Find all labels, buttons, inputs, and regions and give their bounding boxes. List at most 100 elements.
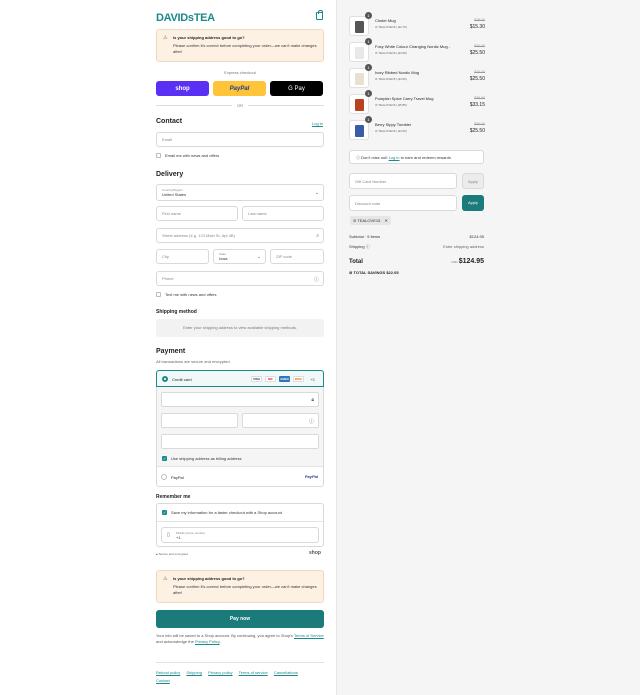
- quantity-badge: 1: [365, 64, 372, 71]
- subtotal-value: $124.95: [469, 234, 484, 239]
- paypal-label: PayPal: [171, 475, 184, 480]
- subtotal-label: Subtotal · 5 items: [349, 234, 381, 239]
- expiration-date-field[interactable]: [161, 413, 238, 428]
- mobile-phone-field[interactable]: ▯ Mobile phone number +1: [161, 527, 319, 543]
- phone-field[interactable]: Phone ⓘ: [156, 271, 324, 286]
- card-number-field[interactable]: 🔒︎: [161, 392, 319, 407]
- shipping-policy-link[interactable]: Shipping: [186, 670, 202, 675]
- delivery-heading: Delivery: [156, 171, 184, 178]
- last-name-field[interactable]: Last name: [242, 206, 324, 221]
- quantity-badge: 1: [365, 116, 372, 123]
- paypal-button[interactable]: PayPal: [213, 81, 266, 96]
- info-icon: ⓘ: [356, 155, 360, 160]
- gift-card-field[interactable]: Gift Card Number: [349, 173, 457, 189]
- payment-heading: Payment: [156, 348, 186, 355]
- remove-code-icon[interactable]: ✕: [384, 218, 387, 223]
- quantity-badge: 1: [365, 38, 372, 45]
- warning-body: Please confirm it's correct before compl…: [173, 43, 317, 54]
- email-news-option[interactable]: Email me with news and offers: [156, 153, 219, 158]
- rewards-banner: ⓘ Don't miss out! Log in to earn and red…: [349, 150, 484, 164]
- country-select[interactable]: Country/Region United States ⌄: [156, 184, 324, 201]
- gift-card-placeholder: Gift Card Number: [355, 178, 387, 184]
- help-icon[interactable]: ⓘ: [314, 276, 319, 283]
- shopping-bag-icon[interactable]: [316, 10, 323, 20]
- terms-link[interactable]: Terms of Service: [294, 633, 324, 638]
- subtotal-row: Subtotal · 5 items $124.95: [349, 234, 484, 239]
- privacy-link[interactable]: Privacy Policy: [195, 639, 220, 644]
- warning-title: Is your shipping address good to go?: [173, 576, 245, 581]
- street-address-field[interactable]: Street address (e.g. 123 Main St, Apt 4B…: [156, 228, 324, 243]
- credit-card-radio[interactable]: [162, 376, 168, 382]
- product-price: $33.15: [469, 102, 485, 108]
- original-price: $39.00: [474, 96, 485, 100]
- shipping-method-empty: Enter your shipping address to view avai…: [156, 319, 324, 337]
- discount-code-field[interactable]: Discount code: [349, 195, 457, 211]
- billing-same-option[interactable]: ✓ Use shipping address as billing addres…: [162, 456, 241, 461]
- tag-icon: ⊘: [349, 270, 353, 275]
- city-field[interactable]: City: [156, 249, 209, 264]
- email-news-checkbox[interactable]: [156, 153, 161, 158]
- email-placeholder: Email: [162, 137, 173, 142]
- total-savings: ⊘ TOTAL SAVINGS $22.05: [349, 270, 399, 275]
- terms-of-service-link[interactable]: Terms of service: [239, 670, 268, 675]
- product-thumbnail: [349, 42, 369, 62]
- first-name-field[interactable]: First name: [156, 206, 238, 221]
- product-name: Ivory Ribbed Nordic Mug: [375, 70, 420, 75]
- text-news-option[interactable]: Text me with news and offers: [156, 292, 217, 297]
- state-select[interactable]: State Iowa ⌄: [213, 249, 266, 264]
- credit-card-option[interactable]: Credit card VISA MC AMEX DISC +3: [156, 370, 324, 387]
- login-link[interactable]: Log in: [312, 121, 323, 126]
- total-label: Total: [349, 259, 363, 265]
- help-icon[interactable]: ⓘ: [309, 418, 314, 425]
- brand-logo[interactable]: DAVIDsTEA: [156, 12, 215, 24]
- product-thumbnail: [349, 94, 369, 114]
- save-info-option[interactable]: ✓ Save my information for a faster check…: [162, 510, 282, 515]
- name-on-card-field[interactable]: [161, 434, 319, 449]
- applied-code-tag: ⊘ TEALOVE15 ✕: [350, 216, 391, 225]
- rewards-login-link[interactable]: Log in: [389, 155, 400, 160]
- billing-same-checkbox[interactable]: ✓: [162, 456, 167, 461]
- shipping-label-group: Shipping ⓘ: [349, 244, 370, 250]
- original-price: $30.00: [474, 122, 485, 126]
- email-field[interactable]: Email: [156, 132, 324, 147]
- cart-item: 1 Cinder Mug ⊘ TEALOVE15 (-$2.70) $18.00…: [349, 12, 485, 39]
- reward-text-2: to earn and redeem rewards: [400, 155, 451, 160]
- address-warning-top: ⚠ Is your shipping address good to go? P…: [156, 29, 324, 62]
- google-pay-button[interactable]: G Pay: [270, 81, 323, 96]
- divider: [157, 521, 323, 522]
- payment-subtitle: All transactions are secure and encrypte…: [156, 359, 231, 364]
- contact-link[interactable]: Contact: [156, 678, 170, 683]
- shop-pay-button[interactable]: shop: [156, 81, 209, 96]
- save-info-checkbox[interactable]: ✓: [162, 510, 167, 515]
- amex-icon: AMEX: [279, 376, 290, 382]
- security-code-field[interactable]: ⓘ: [242, 413, 319, 428]
- paypal-option[interactable]: PayPal PayPal: [157, 468, 323, 486]
- legal-text: Your info will be saved to a Shop accoun…: [156, 633, 293, 638]
- total-value: $124.95: [458, 258, 484, 265]
- paypal-radio[interactable]: [161, 474, 167, 480]
- product-price: $25.50: [469, 50, 485, 56]
- quantity-badge: 1: [365, 90, 372, 97]
- zip-field[interactable]: ZIP code: [270, 249, 324, 264]
- discount-text: TEALOVE15 (-$5.85): [378, 103, 407, 107]
- cancellations-link[interactable]: Cancellations: [274, 670, 298, 675]
- legal-end: .: [219, 639, 221, 644]
- gift-card-apply-button[interactable]: Apply: [462, 173, 484, 189]
- original-price: $18.00: [474, 18, 485, 22]
- discount-apply-button[interactable]: Apply: [462, 195, 484, 211]
- warning-body: Please confirm it's correct before compl…: [173, 584, 317, 595]
- text-news-label: Text me with news and offers: [165, 292, 217, 297]
- applied-code: TEALOVE15: [357, 218, 381, 223]
- help-icon[interactable]: ⓘ: [366, 244, 370, 249]
- refund-policy-link[interactable]: Refund policy: [156, 670, 180, 675]
- phone-placeholder: Phone: [162, 276, 174, 281]
- first-name-placeholder: First name: [162, 211, 181, 216]
- total-amount: USD $124.95: [451, 258, 484, 265]
- discover-icon: DISC: [293, 376, 304, 382]
- savings-value: $22.05: [386, 270, 399, 275]
- text-news-checkbox[interactable]: [156, 292, 161, 297]
- privacy-policy-link[interactable]: Privacy policy: [208, 670, 232, 675]
- pay-now-button[interactable]: Pay now: [156, 610, 324, 628]
- warning-icon: ⚠: [163, 576, 168, 582]
- remember-me-box: ✓ Save my information for a faster check…: [156, 503, 324, 547]
